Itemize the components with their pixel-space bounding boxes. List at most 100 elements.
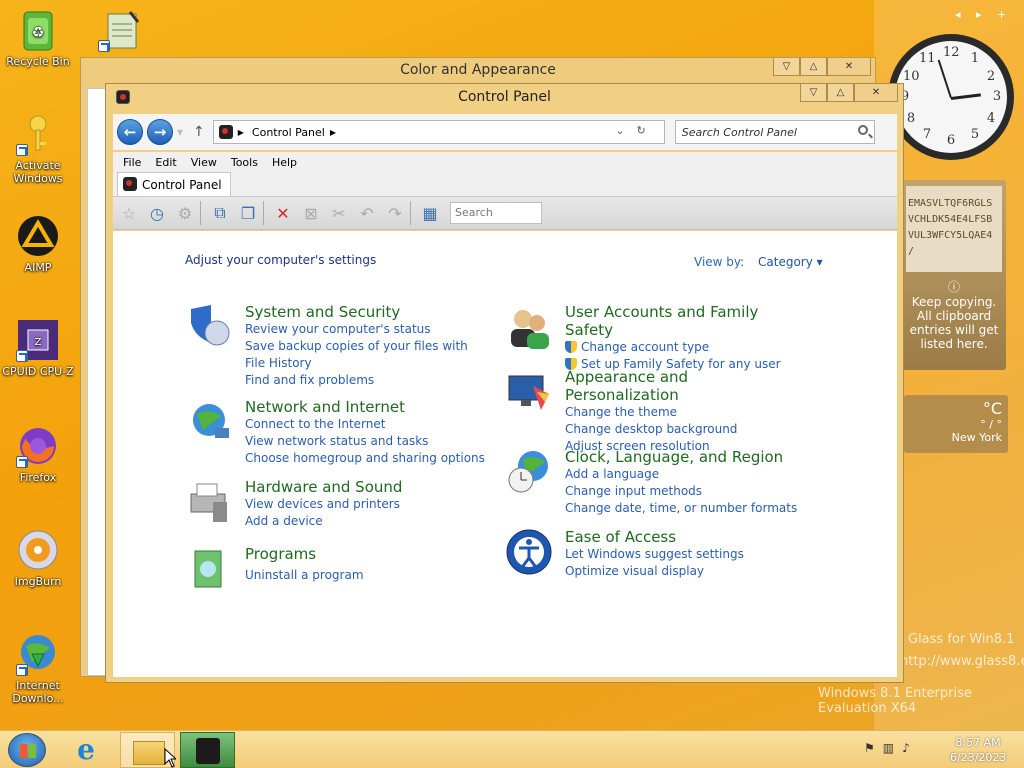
menu-file[interactable]: File bbox=[123, 156, 141, 169]
shield-icon bbox=[185, 303, 233, 351]
category-link[interactable]: Let Windows suggest settings bbox=[565, 546, 805, 563]
mouse-cursor-icon bbox=[164, 748, 176, 768]
forward-arrow-icon[interactable]: → bbox=[147, 119, 173, 145]
taskbar-control-panel-icon[interactable] bbox=[180, 732, 235, 768]
close-button[interactable]: ✕ bbox=[827, 58, 871, 76]
flag-icon[interactable]: ⚑ bbox=[864, 741, 883, 755]
taskbar-clock[interactable]: 8:57 AM 6/23/2023 bbox=[950, 735, 1006, 765]
category-link[interactable]: Change desktop background bbox=[565, 421, 805, 438]
back-arrow-icon[interactable]: ← bbox=[117, 119, 143, 145]
category-programs: Programs Uninstall a program bbox=[185, 545, 485, 588]
desktop-icon-internet-download-manager[interactable]: Internet Downlo... bbox=[0, 632, 76, 705]
toolbar-search-input[interactable]: Search bbox=[450, 202, 542, 224]
chevron-right-icon[interactable]: ▶ bbox=[238, 128, 244, 137]
category-title[interactable]: Clock, Language, and Region bbox=[565, 448, 805, 466]
category-link[interactable]: Change the theme bbox=[565, 404, 805, 421]
address-controls[interactable]: ⌄↻ bbox=[615, 124, 657, 137]
weather-gadget[interactable]: °C ° / ° New York bbox=[904, 395, 1008, 453]
category-title[interactable]: Hardware and Sound bbox=[245, 478, 485, 496]
menu-view[interactable]: View bbox=[191, 156, 217, 169]
category-title[interactable]: Appearance and Personalization bbox=[565, 368, 805, 404]
category-link[interactable]: Change date, time, or number formats bbox=[565, 500, 805, 517]
desktop-icon-imgburn[interactable]: ImgBurn bbox=[0, 528, 76, 588]
cascade-windows-icon[interactable]: ❐ bbox=[236, 201, 260, 225]
category-link[interactable]: Change input methods bbox=[565, 483, 805, 500]
undo-icon[interactable]: ↶ bbox=[355, 201, 379, 225]
search-icon[interactable] bbox=[857, 125, 868, 135]
category-link[interactable]: Review your computer's status bbox=[245, 321, 485, 338]
favorite-star-icon[interactable]: ☆ bbox=[117, 201, 141, 225]
network-globe-icon bbox=[185, 398, 233, 446]
maximize-button[interactable]: △ bbox=[800, 58, 827, 76]
address-bar[interactable]: ▶ Control Panel ▶ ⌄↻ bbox=[212, 120, 665, 144]
category-title[interactable]: User Accounts and Family Safety bbox=[565, 303, 805, 339]
cut-icon[interactable]: ✂ bbox=[327, 201, 351, 225]
svg-text:Z: Z bbox=[35, 337, 42, 348]
internet-explorer-icon[interactable]: e bbox=[66, 734, 106, 766]
volume-icon[interactable]: ♪ bbox=[902, 741, 918, 755]
view-by-dropdown[interactable]: Category ▾ bbox=[758, 255, 823, 269]
menu-tools[interactable]: Tools bbox=[231, 156, 258, 169]
category-link[interactable]: Find and fix problems bbox=[245, 372, 485, 389]
tab-control-panel[interactable]: Control Panel bbox=[117, 172, 231, 196]
minute-hand bbox=[937, 59, 952, 99]
properties-icon[interactable]: ⚙ bbox=[173, 201, 197, 225]
clock-time: 8:57 AM bbox=[955, 736, 1001, 749]
search-input[interactable]: Search Control Panel bbox=[674, 120, 875, 144]
category-title[interactable]: Programs bbox=[245, 545, 485, 563]
gadget-nav-arrows[interactable]: ◂ ▸ + bbox=[955, 8, 1012, 21]
category-ease-of-access: Ease of Access Let Windows suggest setti… bbox=[505, 528, 805, 580]
category-link[interactable]: View devices and printers bbox=[245, 496, 485, 513]
desktop-icon-aimp[interactable]: AIMP bbox=[0, 214, 76, 274]
menu-edit[interactable]: Edit bbox=[155, 156, 176, 169]
control-panel-window[interactable]: Control Panel ▽ △ ✕ ← → ▾ ↑ ▶ Control Pa… bbox=[105, 83, 904, 683]
notepad-icon bbox=[98, 8, 142, 52]
category-link[interactable]: Add a device bbox=[245, 513, 485, 530]
redo-icon[interactable]: ↷ bbox=[383, 201, 407, 225]
category-link[interactable]: Connect to the Internet bbox=[245, 416, 485, 433]
clipboard-gadget[interactable]: EMASVLTQF6RGLS VCHLDK54E4LFSB VUL3WFCY5L… bbox=[902, 180, 1006, 370]
clock-gadget[interactable]: 12 1 2 3 4 5 6 7 8 9 10 11 bbox=[888, 34, 1014, 160]
system-tray: ⚑▥♪ bbox=[864, 741, 918, 755]
new-window-icon[interactable]: ⧉ bbox=[208, 201, 232, 225]
desktop-icon-activate-windows[interactable]: Activate Windows bbox=[0, 112, 76, 185]
chevron-right-icon[interactable]: ▶ bbox=[330, 128, 336, 137]
svg-text:♻: ♻ bbox=[32, 25, 45, 41]
category-link[interactable]: Save backup copies of your files with Fi… bbox=[245, 338, 475, 372]
remove-icon[interactable]: ⊠ bbox=[299, 201, 323, 225]
menu-bar: File Edit View Tools Help bbox=[113, 152, 897, 172]
network-icon[interactable]: ▥ bbox=[883, 741, 902, 755]
desktop-icon-notepad[interactable] bbox=[82, 8, 158, 55]
close-button[interactable]: ✕ bbox=[854, 84, 898, 102]
caption-buttons: ▽ △ ✕ bbox=[800, 84, 898, 102]
address-breadcrumb[interactable]: Control Panel bbox=[252, 126, 325, 139]
history-clock-icon[interactable]: ◷ bbox=[145, 201, 169, 225]
recent-dropdown-icon[interactable]: ▾ bbox=[177, 125, 183, 139]
desktop-icon-recycle-bin[interactable]: ♻ Recycle Bin bbox=[0, 8, 76, 68]
category-link[interactable]: Uninstall a program bbox=[245, 567, 485, 584]
category-title[interactable]: Ease of Access bbox=[565, 528, 805, 546]
desktop-icon-label: AIMP bbox=[24, 261, 52, 274]
clipboard-info-text: Keep copying. All clipboard entries will… bbox=[909, 295, 999, 351]
category-link[interactable]: Choose homegroup and sharing options bbox=[245, 450, 485, 467]
category-link[interactable]: View network status and tasks bbox=[245, 433, 485, 450]
desktop-icon-label: Activate Windows bbox=[13, 159, 63, 185]
category-link[interactable]: Add a language bbox=[565, 466, 805, 483]
category-title[interactable]: Network and Internet bbox=[245, 398, 485, 416]
desktop-icon-label: ImgBurn bbox=[14, 575, 62, 588]
category-title[interactable]: System and Security bbox=[245, 303, 485, 321]
start-button[interactable] bbox=[8, 733, 46, 767]
minimize-button[interactable]: ▽ bbox=[773, 58, 800, 76]
desktop-icon-cpuz[interactable]: Z CPUID CPU-Z bbox=[0, 318, 76, 378]
view-options-icon[interactable]: ▦ bbox=[418, 201, 442, 225]
watermark-line2: http://www.glass8.eu bbox=[900, 654, 1024, 669]
delete-icon[interactable]: ✕ bbox=[271, 201, 295, 225]
category-link[interactable]: Optimize visual display bbox=[565, 563, 805, 580]
desktop-icon-firefox[interactable]: Firefox bbox=[0, 424, 76, 484]
maximize-button[interactable]: △ bbox=[827, 84, 854, 102]
category-link[interactable]: Change account type bbox=[565, 339, 805, 356]
minimize-button[interactable]: ▽ bbox=[800, 84, 827, 102]
caption-buttons: ▽ △ ✕ bbox=[773, 58, 871, 76]
up-arrow-icon[interactable]: ↑ bbox=[193, 124, 205, 140]
menu-help[interactable]: Help bbox=[272, 156, 297, 169]
